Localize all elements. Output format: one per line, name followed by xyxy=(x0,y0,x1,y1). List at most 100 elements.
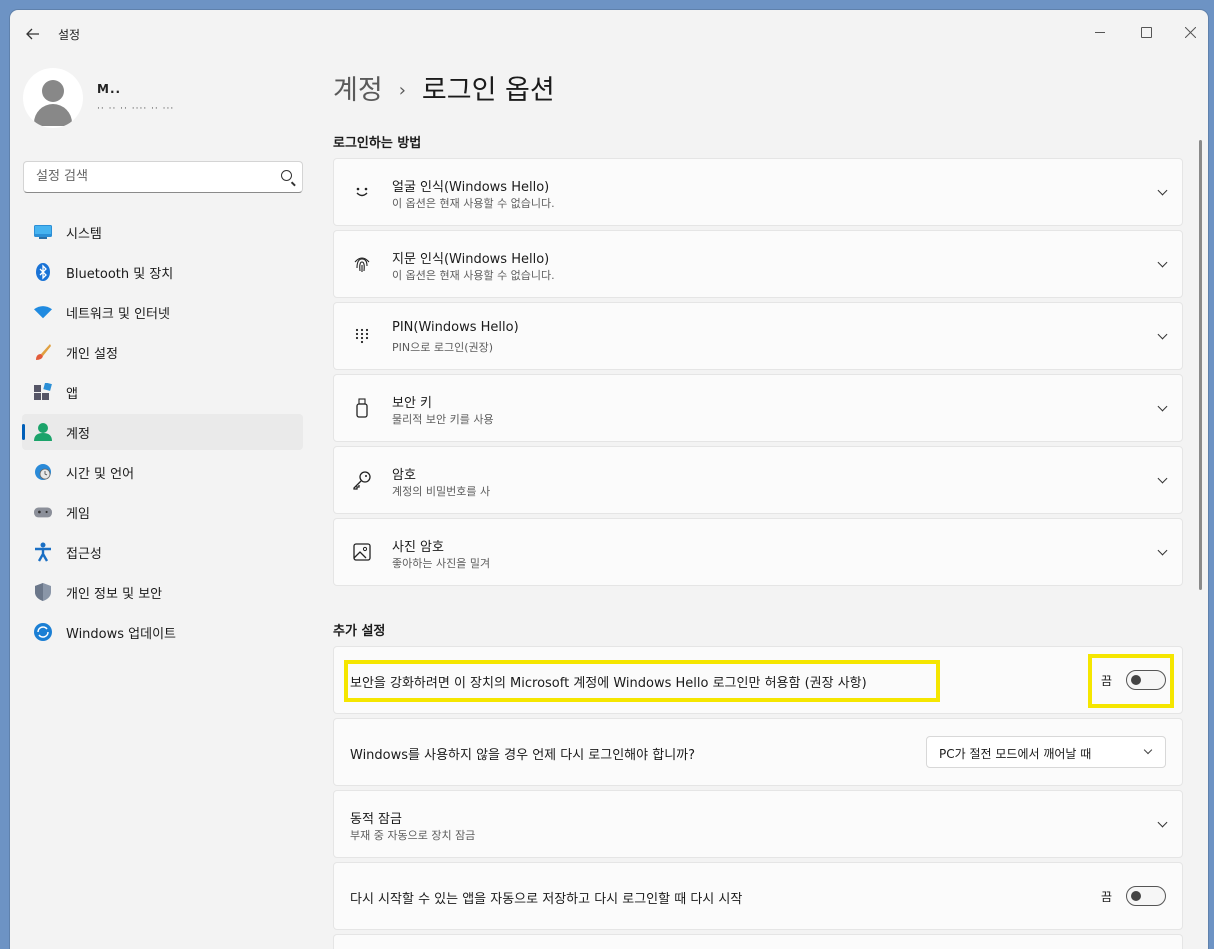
usb-key-icon xyxy=(352,398,372,418)
option-desc: 부재 중 자동으로 장치 잠금 xyxy=(350,829,476,842)
sidebar-item-personalization[interactable]: 개인 설정 xyxy=(22,334,303,370)
sidebar-item-label: 네트워크 및 인터넷 xyxy=(66,306,170,322)
main-content: 계정 › 로그인 옵션 로그인하는 방법 얼굴 인식(Windows Hello) … xyxy=(333,56,1193,949)
restart-apps-toggle-group: 끔 xyxy=(1101,886,1166,906)
sidebar-item-accessibility[interactable]: 접근성 xyxy=(22,534,303,570)
option-title: 지문 인식(Windows Hello) xyxy=(392,252,550,267)
search-input[interactable] xyxy=(34,168,268,185)
wifi-icon xyxy=(34,303,52,321)
chevron-down-icon xyxy=(1156,401,1168,414)
option-title: PIN(Windows Hello) xyxy=(392,320,519,335)
key-icon xyxy=(352,470,372,490)
sidebar-item-label: Windows 업데이트 xyxy=(66,626,177,642)
face-icon xyxy=(352,182,372,202)
bluetooth-icon xyxy=(34,263,52,281)
sidebar-item-bluetooth[interactable]: Bluetooth 및 장치 xyxy=(22,254,303,290)
close-icon xyxy=(1184,26,1196,38)
signin-option-security-key[interactable]: 보안 키 물리적 보안 키를 사용 xyxy=(333,374,1183,442)
signin-option-fingerprint[interactable]: 지문 인식(Windows Hello) 이 옵션은 현재 사용할 수 없습니다… xyxy=(333,230,1183,298)
setting-require-signin: Windows를 사용하지 않을 경우 언제 다시 로그인해야 합니까? PC가… xyxy=(333,718,1183,786)
chevron-down-icon xyxy=(1156,257,1168,270)
option-desc: PIN으로 로그인(권장) xyxy=(392,341,494,354)
sidebar-item-accounts[interactable]: 계정 xyxy=(22,414,303,450)
chevron-down-icon xyxy=(1143,745,1153,755)
chevron-down-icon xyxy=(1156,473,1168,486)
minimize-icon xyxy=(1095,31,1105,33)
dropdown-value: PC가 절전 모드에서 깨어날 때 xyxy=(939,747,1092,761)
setting-dynamic-lock[interactable]: 동적 잠금 부재 중 자동으로 장치 잠금 xyxy=(333,790,1183,858)
back-button[interactable] xyxy=(22,24,44,44)
sidebar-item-label: 개인 정보 및 보안 xyxy=(66,586,163,602)
keypad-icon xyxy=(352,326,372,346)
section-title-signin: 로그인하는 방법 xyxy=(333,136,422,151)
page-title: 로그인 옵션 xyxy=(421,75,555,106)
profile-email: ·· ·· ·· ···· ·· ··· xyxy=(97,104,175,114)
account-icon xyxy=(34,423,52,441)
sidebar-item-gaming[interactable]: 게임 xyxy=(22,494,303,530)
search-icon[interactable] xyxy=(281,170,292,181)
option-desc: 이 옵션은 현재 사용할 수 없습니다. xyxy=(392,269,555,282)
option-title: 동적 잠금 xyxy=(350,812,402,827)
search-box[interactable] xyxy=(23,161,303,193)
monitor-icon xyxy=(34,223,52,241)
signin-option-password[interactable]: 암호 계정의 비밀번호를 사 xyxy=(333,446,1183,514)
shield-icon xyxy=(34,583,52,601)
sidebar-item-label: 시스템 xyxy=(66,226,102,242)
breadcrumb-separator: › xyxy=(398,80,406,101)
brush-icon xyxy=(34,343,52,361)
chevron-down-icon xyxy=(1156,329,1168,342)
minimize-button[interactable] xyxy=(1080,18,1120,46)
chevron-down-icon xyxy=(1156,817,1168,830)
accessibility-icon xyxy=(34,542,52,562)
nav-list: 시스템 Bluetooth 및 장치 네트워크 및 인터넷 개인 설정 앱 계정… xyxy=(22,214,303,654)
title-bar: 설정 xyxy=(10,10,1208,56)
sidebar-item-privacy[interactable]: 개인 정보 및 보안 xyxy=(22,574,303,610)
globe-clock-icon xyxy=(34,463,52,481)
sidebar-item-apps[interactable]: 앱 xyxy=(22,374,303,410)
breadcrumb-parent[interactable]: 계정 xyxy=(333,75,383,106)
sidebar-item-windows-update[interactable]: Windows 업데이트 xyxy=(22,614,303,650)
highlight-box xyxy=(344,660,940,702)
option-desc: 이 옵션은 현재 사용할 수 없습니다. xyxy=(392,197,555,210)
breadcrumb: 계정 › 로그인 옵션 xyxy=(333,68,555,107)
option-title: 암호 xyxy=(392,468,416,483)
restart-apps-toggle[interactable] xyxy=(1126,886,1166,906)
require-signin-dropdown[interactable]: PC가 절전 모드에서 깨어날 때 xyxy=(926,736,1166,768)
settings-window: 설정 M.. ·· ·· ·· ···· ·· ··· 시스템 xyxy=(10,10,1208,949)
option-desc: 좋아하는 사진을 밀겨 xyxy=(392,557,491,570)
toggle-state-label: 끔 xyxy=(1100,889,1112,904)
fingerprint-icon xyxy=(352,254,372,274)
signin-option-pin[interactable]: PIN(Windows Hello) PIN으로 로그인(권장) xyxy=(333,302,1183,370)
chevron-down-icon xyxy=(1156,545,1168,558)
setting-label: 다시 시작할 수 있는 앱을 자동으로 저장하고 다시 로그인할 때 다시 시작 xyxy=(350,892,743,907)
section-title-additional: 추가 설정 xyxy=(333,624,386,639)
option-title: 보안 키 xyxy=(392,396,433,411)
sidebar-item-label: Bluetooth 및 장치 xyxy=(66,266,174,282)
sidebar-item-time-language[interactable]: 시간 및 언어 xyxy=(22,454,303,490)
back-arrow-icon xyxy=(26,28,39,40)
close-button[interactable] xyxy=(1170,18,1208,46)
sidebar-item-label: 접근성 xyxy=(66,546,102,562)
option-desc: 계정의 비밀번호를 사 xyxy=(392,485,491,498)
sidebar: M.. ·· ·· ·· ···· ·· ··· 시스템 Bluetooth 및… xyxy=(10,56,320,949)
apps-icon xyxy=(34,383,52,401)
highlight-box xyxy=(1088,654,1174,708)
picture-icon xyxy=(352,542,372,562)
setting-label: Windows를 사용하지 않을 경우 언제 다시 로그인해야 합니까? xyxy=(350,748,696,763)
profile-name: M.. xyxy=(97,82,122,96)
scrollbar[interactable] xyxy=(1199,140,1202,590)
sidebar-item-system[interactable]: 시스템 xyxy=(22,214,303,250)
sidebar-item-label: 계정 xyxy=(66,426,90,442)
signin-option-picture-password[interactable]: 사진 암호 좋아하는 사진을 밀겨 xyxy=(333,518,1183,586)
signin-option-face[interactable]: 얼굴 인식(Windows Hello) 이 옵션은 현재 사용할 수 없습니다… xyxy=(333,158,1183,226)
profile-card[interactable]: M.. ·· ·· ·· ···· ·· ··· xyxy=(23,68,313,128)
sidebar-item-network[interactable]: 네트워크 및 인터넷 xyxy=(22,294,303,330)
option-title: 사진 암호 xyxy=(392,540,444,555)
update-icon xyxy=(34,623,52,641)
setting-next[interactable] xyxy=(333,934,1183,949)
option-desc: 물리적 보안 키를 사용 xyxy=(392,413,494,426)
maximize-button[interactable] xyxy=(1126,18,1166,46)
gamepad-icon xyxy=(34,503,52,521)
app-title: 설정 xyxy=(58,28,81,42)
setting-restart-apps: 다시 시작할 수 있는 앱을 자동으로 저장하고 다시 로그인할 때 다시 시작… xyxy=(333,862,1183,930)
